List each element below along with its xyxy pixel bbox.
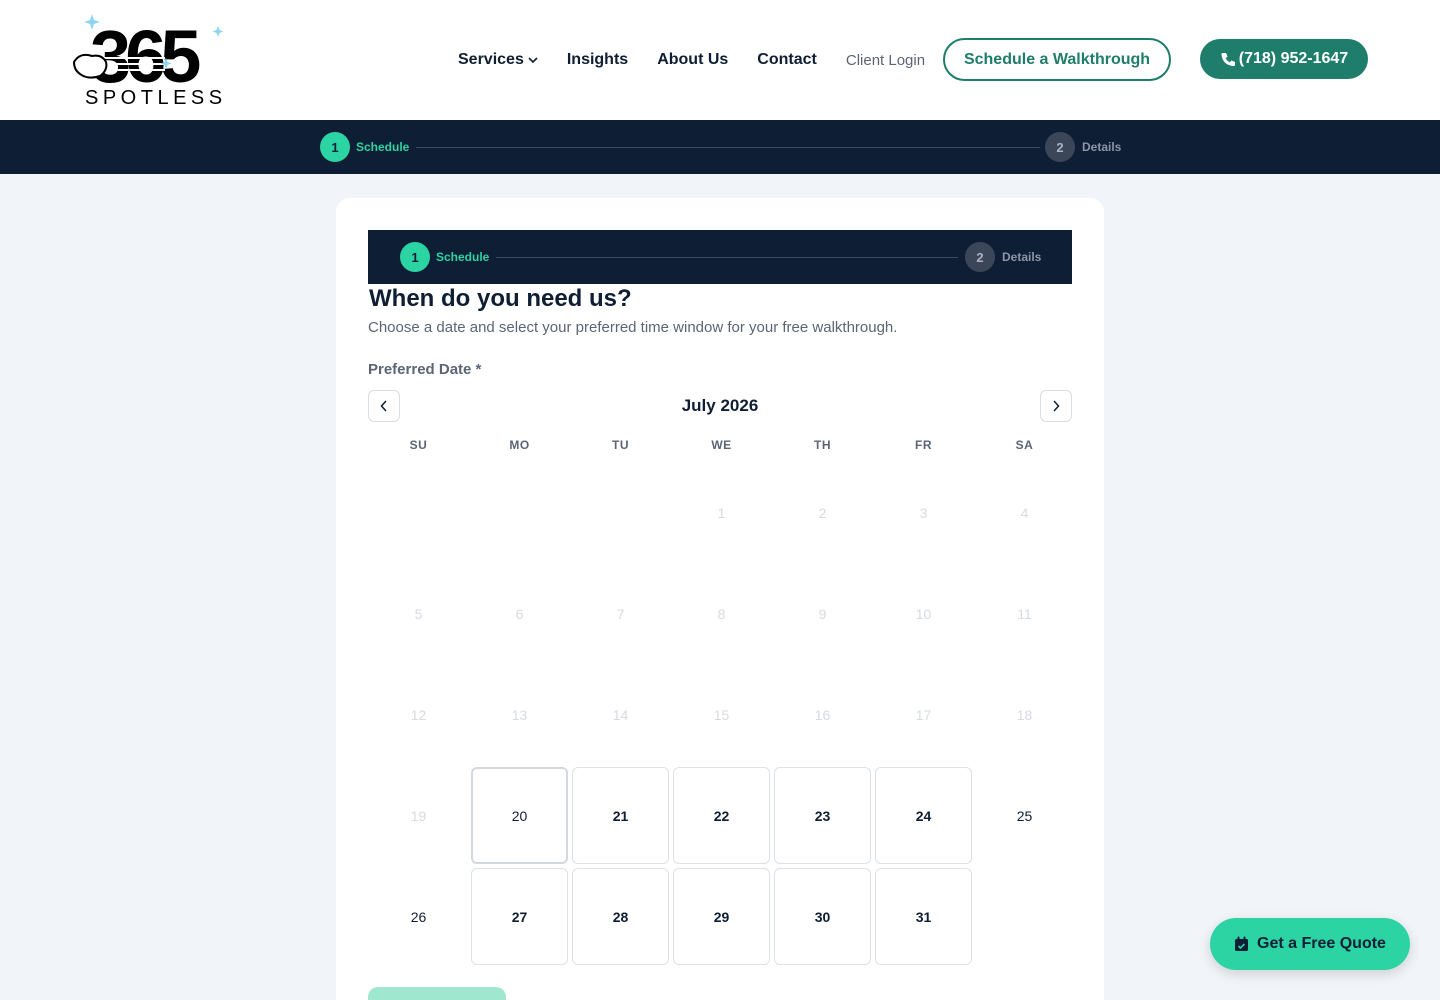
calendar-day: 4 bbox=[1020, 504, 1029, 521]
weekday-label: MO bbox=[509, 438, 530, 452]
calendar-day: 5 bbox=[414, 605, 423, 622]
progress-stepper-inner: 1 Schedule 2 Details bbox=[368, 230, 1072, 284]
calendar-day: 10 bbox=[915, 605, 932, 622]
next-month-button[interactable] bbox=[1040, 390, 1072, 422]
chevron-left-icon bbox=[380, 400, 387, 412]
step-1-label: Schedule bbox=[356, 140, 410, 154]
logo-word: SPOTLESS bbox=[85, 87, 227, 109]
calendar-day: 17 bbox=[915, 706, 932, 723]
calendar-day: 13 bbox=[511, 706, 528, 723]
step-2-circle: 2 bbox=[965, 242, 995, 272]
calendar-day: 1 bbox=[717, 504, 726, 521]
calendar-day: 8 bbox=[717, 605, 726, 622]
step-connector bbox=[496, 257, 958, 258]
calendar-day: 3 bbox=[919, 504, 928, 521]
step-connector bbox=[416, 147, 1040, 148]
continue-button[interactable] bbox=[368, 987, 506, 1000]
get-free-quote-label: Get a Free Quote bbox=[1257, 935, 1386, 952]
phone-icon bbox=[1221, 52, 1235, 66]
calendar-day[interactable]: 31 bbox=[875, 868, 972, 965]
calendar-day[interactable]: 26 bbox=[370, 868, 467, 965]
phone-number: (718) 952-1647 bbox=[1238, 50, 1349, 67]
calendar-day: 14 bbox=[612, 706, 629, 723]
calendar-day[interactable]: 29 bbox=[673, 868, 770, 965]
previous-month-button[interactable] bbox=[368, 390, 400, 422]
logo-number: 365 bbox=[90, 15, 200, 98]
calendar-day[interactable]: 20 bbox=[471, 767, 568, 864]
nav-insights[interactable]: Insights bbox=[567, 51, 628, 69]
client-login-link[interactable]: Client Login bbox=[846, 52, 925, 69]
step-2-circle: 2 bbox=[1045, 132, 1075, 162]
calendar-day: 9 bbox=[818, 605, 827, 622]
step-2-label: Details bbox=[1082, 140, 1122, 154]
step-2-label: Details bbox=[1002, 250, 1042, 264]
calendar-day: 6 bbox=[515, 605, 524, 622]
calendar-weekday-header: SU MO TU WE TH FR SA bbox=[368, 438, 1075, 452]
calendar-month-title: July 2026 bbox=[681, 396, 759, 415]
site-header: 365 SPOTLESS Services Insights About Us … bbox=[0, 0, 1440, 120]
calendar-blank-cell bbox=[570, 462, 671, 563]
progress-stepper-top: 1 Schedule 2 Details bbox=[0, 120, 1440, 174]
step-1-circle: 1 bbox=[320, 132, 350, 162]
weekday-label: TH bbox=[814, 438, 831, 452]
weekday-label: SU bbox=[409, 438, 428, 452]
calendar-day: 7 bbox=[616, 605, 625, 622]
calendar-day: 16 bbox=[814, 706, 831, 723]
calendar-day[interactable]: 22 bbox=[673, 767, 770, 864]
main-nav: Services Insights About Us Contact Clien… bbox=[458, 48, 925, 72]
calendar-day[interactable]: 25 bbox=[976, 767, 1073, 864]
nav-services-label: Services bbox=[458, 51, 524, 68]
weekday-label: TU bbox=[612, 438, 629, 452]
calendar-blank-cell bbox=[368, 462, 469, 563]
get-free-quote-button[interactable]: Get a Free Quote bbox=[1210, 918, 1410, 970]
calendar-day[interactable]: 28 bbox=[572, 868, 669, 965]
calendar-day[interactable]: 27 bbox=[471, 868, 568, 965]
hand-sparkle-logo-icon: 365 SPOTLESS bbox=[72, 14, 227, 109]
nav-services[interactable]: Services bbox=[458, 51, 538, 69]
calendar-check-icon bbox=[1234, 936, 1249, 952]
preferred-date-label: Preferred Date * bbox=[368, 361, 482, 378]
page-title: When do you need us? bbox=[369, 285, 632, 312]
calendar-grid: 1 2 3 4 5 6 7 8 9 10 11 12 13 14 15 16 17 18 19 20 21 22 23 24 2… bbox=[368, 462, 1075, 967]
step-1-label: Schedule bbox=[436, 250, 490, 264]
nav-about-us[interactable]: About Us bbox=[657, 51, 728, 69]
schedule-walkthrough-button[interactable]: Schedule a Walkthrough bbox=[943, 38, 1171, 81]
brand-logo[interactable]: 365 SPOTLESS bbox=[70, 10, 240, 110]
calendar-day[interactable]: 30 bbox=[774, 868, 871, 965]
calendar-day: 15 bbox=[713, 706, 730, 723]
calendar-day: 19 bbox=[410, 807, 427, 824]
calendar-blank-cell bbox=[469, 462, 570, 563]
page-subtitle: Choose a date and select your preferred … bbox=[368, 319, 898, 336]
nav-contact[interactable]: Contact bbox=[757, 51, 817, 69]
step-1-circle: 1 bbox=[400, 242, 430, 272]
weekday-label: SA bbox=[1015, 438, 1034, 452]
calendar-day[interactable]: 24 bbox=[875, 767, 972, 864]
chevron-down-icon bbox=[528, 56, 538, 63]
calendar-day: 2 bbox=[818, 504, 827, 521]
weekday-label: WE bbox=[711, 438, 732, 452]
phone-button[interactable]: (718) 952-1647 bbox=[1200, 39, 1368, 79]
calendar-day[interactable]: 23 bbox=[774, 767, 871, 864]
calendar-day: 12 bbox=[410, 706, 427, 723]
calendar-day[interactable]: 21 bbox=[572, 767, 669, 864]
chevron-right-icon bbox=[1053, 400, 1060, 412]
calendar-day: 18 bbox=[1016, 706, 1033, 723]
weekday-label: FR bbox=[915, 438, 932, 452]
calendar-day: 11 bbox=[1017, 605, 1032, 622]
